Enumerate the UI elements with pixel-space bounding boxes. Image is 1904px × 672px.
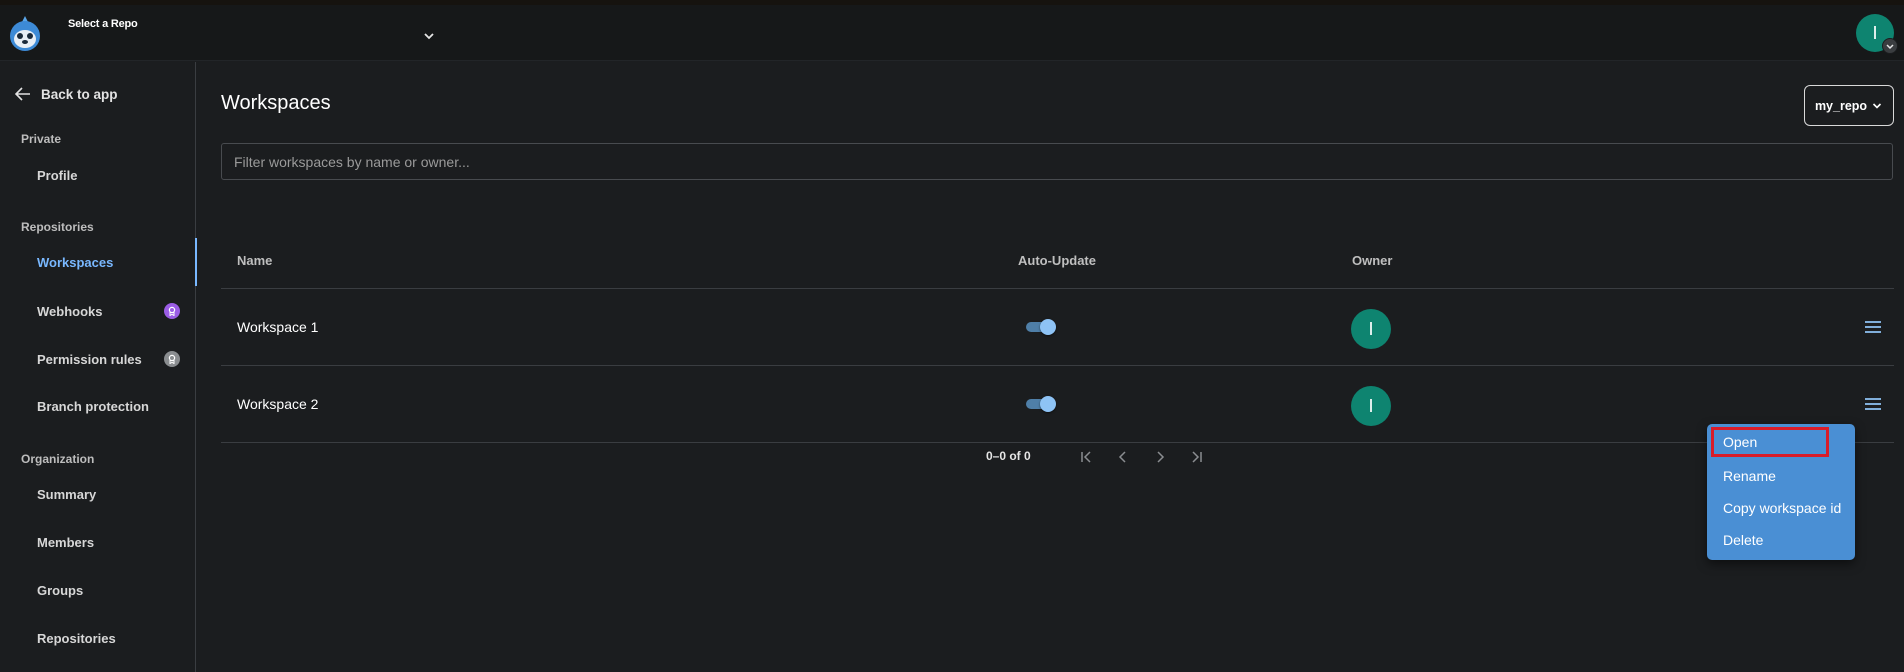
table-row[interactable]: Workspace 1 I <box>221 289 1894 366</box>
sidebar-item-webhooks[interactable]: Webhooks <box>0 299 196 323</box>
sidebar-item-workspaces[interactable]: Workspaces <box>0 238 197 286</box>
user-avatar[interactable]: I <box>1856 14 1898 54</box>
sidebar-item-groups[interactable]: Groups <box>0 578 196 602</box>
previous-page-icon[interactable] <box>1114 448 1132 466</box>
pagination-summary: 0–0 of 0 <box>986 449 1031 463</box>
main-content: Workspaces my_repo Name Auto-Update Owne… <box>197 62 1904 672</box>
table-row[interactable]: Workspace 2 I <box>221 366 1894 443</box>
sidebar-item-permission-rules[interactable]: Permission rules <box>0 347 196 371</box>
repo-dropdown-button[interactable]: my_repo <box>1804 85 1894 126</box>
workspace-context-menu: Open Rename Copy workspace id Delete <box>1707 424 1855 560</box>
owner-initial: I <box>1368 318 1374 339</box>
workspaces-table: Name Auto-Update Owner Workspace 1 I Wor… <box>221 237 1894 443</box>
menu-item-delete[interactable]: Delete <box>1707 525 1855 555</box>
menu-item-open[interactable]: Open <box>1711 427 1829 457</box>
menu-item-rename[interactable]: Rename <box>1707 461 1855 491</box>
sidebar-item-label: Permission rules <box>37 351 142 367</box>
sidebar-item-profile[interactable]: Profile <box>0 163 196 187</box>
app-logo-icon[interactable] <box>8 14 42 52</box>
first-page-icon[interactable] <box>1077 448 1095 466</box>
user-avatar-initial: I <box>1872 22 1878 43</box>
owner-initial: I <box>1368 395 1374 416</box>
pro-badge-icon <box>164 351 180 367</box>
sidebar-item-label: Summary <box>37 486 97 502</box>
column-header-owner: Owner <box>1352 253 1393 268</box>
sidebar-item-label: Repositories <box>37 630 116 646</box>
sidebar: Back to app Private Profile Repositories… <box>0 62 197 672</box>
sidebar-item-label: Branch protection <box>37 398 149 414</box>
workspace-name[interactable]: Workspace 2 <box>237 396 318 412</box>
pro-badge-icon <box>164 303 180 319</box>
chevron-down-icon <box>1872 102 1882 109</box>
repo-dropdown-label: my_repo <box>1814 98 1868 113</box>
repo-selector-label: Select a Repo <box>68 18 138 30</box>
pagination: 0–0 of 0 <box>221 442 1894 472</box>
auto-update-toggle[interactable] <box>1024 396 1056 412</box>
sidebar-item-label: Webhooks <box>37 303 103 319</box>
arrow-left-icon <box>15 87 30 101</box>
section-organization: Organization <box>21 452 95 466</box>
sidebar-item-branch-protection[interactable]: Branch protection <box>0 394 196 418</box>
repo-selector[interactable]: Select a Repo <box>68 13 438 53</box>
toggle-thumb <box>1040 319 1056 335</box>
sidebar-item-summary[interactable]: Summary <box>0 482 196 506</box>
sidebar-item-members[interactable]: Members <box>0 530 196 554</box>
auto-update-toggle[interactable] <box>1024 319 1056 335</box>
column-header-auto-update: Auto-Update <box>1018 253 1096 268</box>
back-to-app-link[interactable]: Back to app <box>15 84 118 104</box>
owner-avatar: I <box>1351 386 1391 426</box>
chevron-down-icon <box>422 29 436 43</box>
sidebar-item-repositories[interactable]: Repositories <box>0 626 196 650</box>
section-private: Private <box>21 132 62 146</box>
last-page-icon[interactable] <box>1188 448 1206 466</box>
menu-item-copy-workspace-id[interactable]: Copy workspace id <box>1707 493 1855 523</box>
table-header: Name Auto-Update Owner <box>221 237 1894 289</box>
section-repositories: Repositories <box>21 220 94 234</box>
hamburger-menu-icon[interactable] <box>1864 319 1882 335</box>
sidebar-item-label: Workspaces <box>37 254 114 270</box>
filter-workspaces-input[interactable] <box>221 143 1893 180</box>
hamburger-menu-icon[interactable] <box>1864 396 1882 412</box>
toggle-thumb <box>1040 396 1056 412</box>
back-to-app-label: Back to app <box>41 86 118 102</box>
sidebar-item-label: Groups <box>37 582 84 598</box>
chevron-down-icon <box>1882 38 1898 54</box>
sidebar-item-label: Profile <box>37 167 78 183</box>
column-header-name: Name <box>237 253 273 268</box>
sidebar-item-label: Members <box>37 534 95 550</box>
top-bar: Select a Repo I <box>0 5 1904 61</box>
workspace-name[interactable]: Workspace 1 <box>237 319 318 335</box>
page-title: Workspaces <box>221 92 331 114</box>
owner-avatar: I <box>1351 309 1391 349</box>
next-page-icon[interactable] <box>1151 448 1169 466</box>
